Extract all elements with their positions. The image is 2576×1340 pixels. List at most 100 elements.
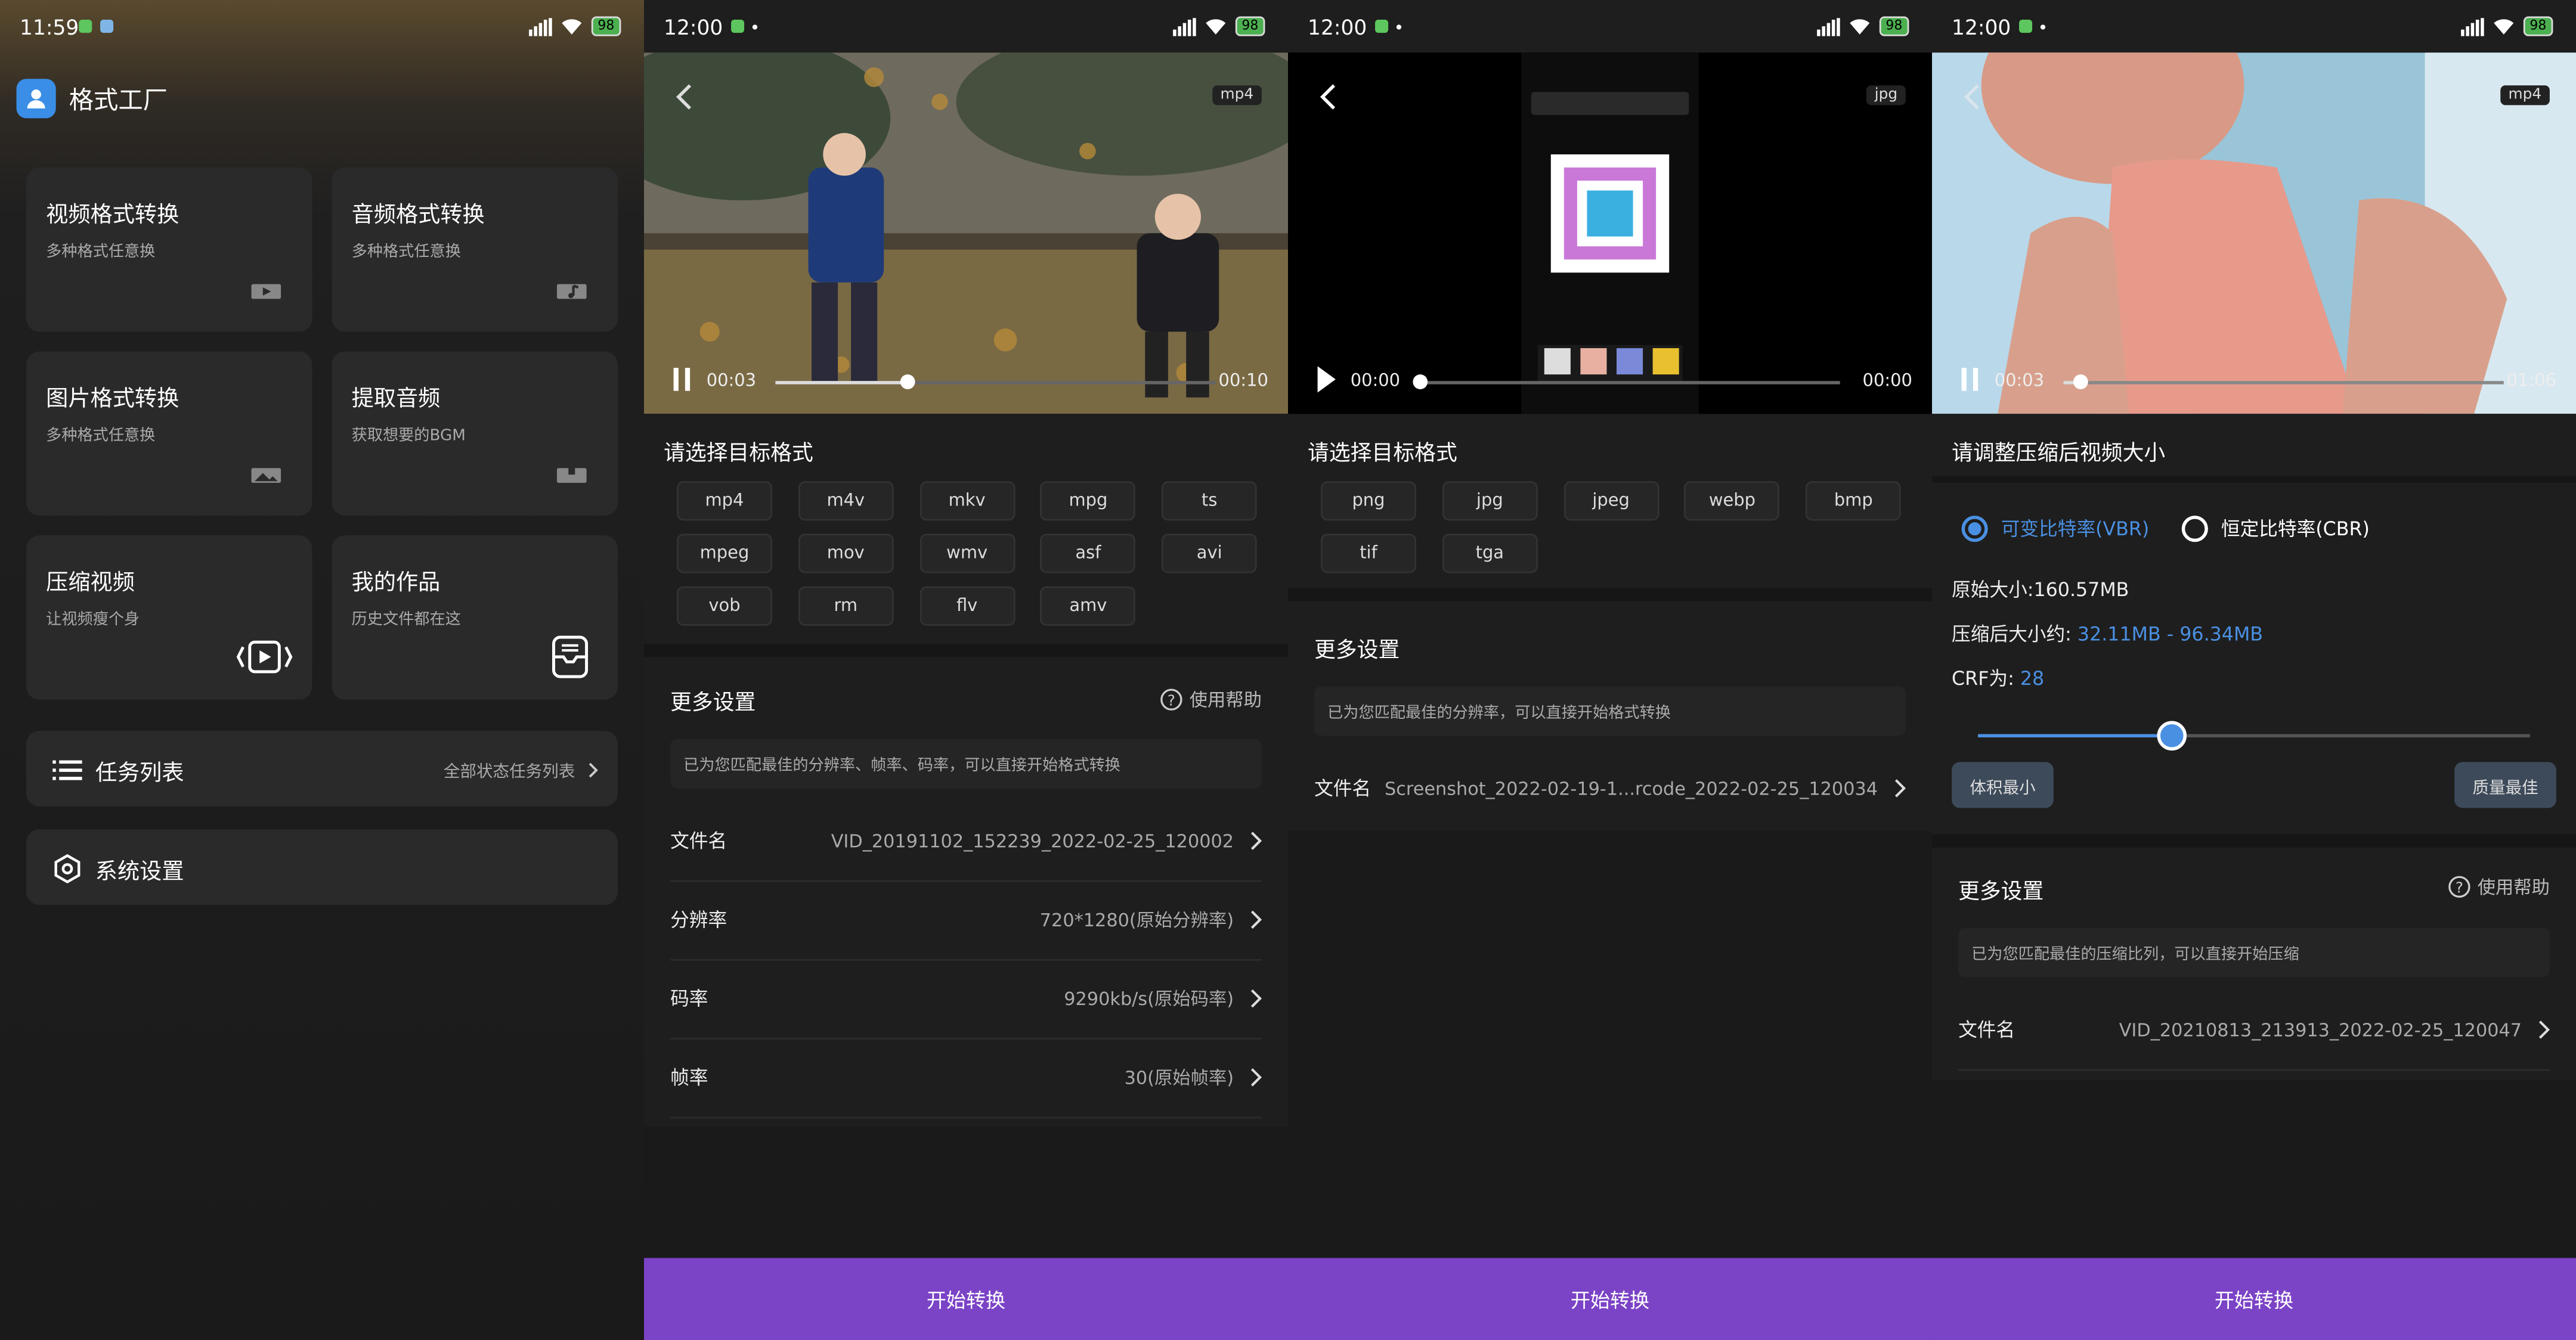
format-chip-mpeg[interactable]: mpeg xyxy=(677,533,772,573)
format-tag: jpg xyxy=(1866,85,1906,106)
format-chip-rm[interactable]: rm xyxy=(798,586,894,626)
card-title: 视频格式转换 xyxy=(46,201,179,228)
app-header: 格式工厂 xyxy=(16,79,168,119)
format-chip-m4v[interactable]: m4v xyxy=(798,481,894,521)
format-chip-amv[interactable]: amv xyxy=(1041,586,1136,626)
setting-row-filename[interactable]: 文件名 VID_20191102_152239_2022-02-25_12000… xyxy=(670,801,1262,882)
more-settings-title: 更多设置 xyxy=(670,691,756,716)
format-chip-mkv[interactable]: mkv xyxy=(919,481,1015,521)
back-arrow-icon[interactable] xyxy=(1318,82,1337,112)
card-video-convert[interactable]: 视频格式转换 多种格式任意换 xyxy=(26,168,312,332)
seek-track[interactable] xyxy=(2063,381,2504,384)
seek-knob[interactable] xyxy=(2073,374,2089,389)
card-compress-video[interactable]: 压缩视频 让视频瘦个身 xyxy=(26,535,312,700)
back-arrow-icon[interactable] xyxy=(674,82,693,112)
start-convert-button[interactable]: 开始转换 xyxy=(644,1258,1288,1340)
card-subtitle: 多种格式任意换 xyxy=(351,243,461,262)
format-chip-flv[interactable]: flv xyxy=(919,586,1015,626)
pause-icon[interactable] xyxy=(1958,365,1981,395)
row-label: 文件名 xyxy=(1958,1018,2015,1041)
back-arrow-icon[interactable] xyxy=(1962,82,1981,112)
format-chip-jpeg[interactable]: jpeg xyxy=(1563,481,1659,521)
setting-row-framerate[interactable]: 帧率 30(原始帧率) xyxy=(670,1038,1262,1119)
format-chip-wmv[interactable]: wmv xyxy=(919,533,1015,573)
format-chip-mp4[interactable]: mp4 xyxy=(677,481,772,521)
radio-vbr[interactable]: 可变比特率(VBR) xyxy=(1961,516,2149,542)
notification-icons xyxy=(79,20,114,33)
notification-icons xyxy=(1375,20,1402,33)
music-icon xyxy=(556,284,587,299)
more-settings-title: 更多设置 xyxy=(1314,638,1400,664)
match-hint: 已为您匹配最佳的压缩比列，可以直接开始压缩 xyxy=(1958,928,2550,978)
wifi-icon xyxy=(561,18,581,34)
video-preview[interactable]: mp4 00:03 00:10 xyxy=(644,52,1288,414)
compress-video-screen: 12:00 98 mp4 00:03 01:06 请调整压缩后视频大小 可变比特… xyxy=(1931,0,2576,1340)
svg-text:?: ? xyxy=(2456,879,2463,896)
crf-value: 28 xyxy=(2020,666,2045,690)
format-chip-mpg[interactable]: mpg xyxy=(1041,481,1136,521)
card-my-works[interactable]: 我的作品 历史文件都在这 xyxy=(332,535,618,700)
signal-icon xyxy=(1816,17,1840,36)
seek-track[interactable] xyxy=(1419,381,1840,384)
system-settings-row[interactable]: 系统设置 xyxy=(26,829,618,905)
help-link[interactable]: ? 使用帮助 xyxy=(1160,687,1262,713)
row-label: 帧率 xyxy=(670,1066,708,1089)
more-settings-title: 更多设置 xyxy=(1958,880,2044,905)
video-preview[interactable]: mp4 00:03 01:06 xyxy=(1931,52,2576,414)
format-chip-png[interactable]: png xyxy=(1321,481,1416,521)
card-title: 压缩视频 xyxy=(46,570,135,597)
help-icon: ? xyxy=(1160,688,1182,711)
format-chip-bmp[interactable]: bmp xyxy=(1806,481,1902,521)
setting-row-filename[interactable]: 文件名 VID_20210813_213913_2022-02-25_12004… xyxy=(1958,990,2550,1071)
card-subtitle: 多种格式任意换 xyxy=(46,427,156,445)
format-chip-tga[interactable]: tga xyxy=(1442,533,1538,573)
start-convert-button[interactable]: 开始转换 xyxy=(1288,1258,1932,1340)
row-label: 文件名 xyxy=(670,829,727,852)
chevron-right-icon xyxy=(1250,832,1262,850)
current-time: 00:03 xyxy=(706,371,757,391)
status-bar: 12:00 98 xyxy=(644,0,1288,52)
chevron-right-icon xyxy=(1250,989,1262,1008)
card-audio-convert[interactable]: 音频格式转换 多种格式任意换 xyxy=(332,168,618,332)
compressed-size: 压缩后大小约: 32.11MB - 96.34MB xyxy=(1952,621,2263,647)
card-title: 我的作品 xyxy=(351,570,441,597)
quality-slider-knob[interactable] xyxy=(2156,721,2186,751)
radio-cbr[interactable]: 恒定比特率(CBR) xyxy=(2181,516,2370,542)
archive-icon xyxy=(552,635,589,678)
svg-text:?: ? xyxy=(1168,691,1175,709)
card-subtitle: 历史文件都在这 xyxy=(351,610,461,629)
setting-row-filename[interactable]: 文件名 Screenshot_2022-02-19-1...rcode_2022… xyxy=(1314,749,1906,827)
format-chip-webp[interactable]: webp xyxy=(1685,481,1780,521)
select-format-title: 请选择目标格式 xyxy=(1308,442,1457,467)
row-value: 9290kb/s(原始码率) xyxy=(1064,988,1234,1010)
format-chip-vob[interactable]: vob xyxy=(677,586,772,626)
crf-label: CRF为: xyxy=(1952,666,2014,690)
settings-label: 系统设置 xyxy=(95,858,184,885)
card-image-convert[interactable]: 图片格式转换 多种格式任意换 xyxy=(26,351,312,516)
battery-icon: 98 xyxy=(2523,16,2553,36)
help-link[interactable]: ? 使用帮助 xyxy=(2448,874,2550,900)
format-chip-jpg[interactable]: jpg xyxy=(1442,481,1538,521)
format-chip-mov[interactable]: mov xyxy=(798,533,894,573)
format-chip-asf[interactable]: asf xyxy=(1041,533,1136,573)
player-controls: 00:00 00:00 xyxy=(1288,365,1932,398)
format-chip-avi[interactable]: avi xyxy=(1162,533,1258,573)
setting-row-resolution[interactable]: 分辨率 720*1280(原始分辨率) xyxy=(670,880,1262,961)
seek-knob[interactable] xyxy=(1412,374,1427,389)
play-icon[interactable] xyxy=(1314,365,1337,395)
start-convert-button[interactable]: 开始转换 xyxy=(1931,1258,2576,1340)
task-list-row[interactable]: 任务列表 全部状态任务列表 xyxy=(26,731,618,807)
card-extract-audio[interactable]: 提取音频 获取想要的BGM xyxy=(332,351,618,516)
pause-icon[interactable] xyxy=(670,365,693,395)
signal-icon xyxy=(528,17,552,36)
setting-row-bitrate[interactable]: 码率 9290kb/s(原始码率) xyxy=(670,959,1262,1040)
seek-knob[interactable] xyxy=(900,374,915,389)
format-chip-tif[interactable]: tif xyxy=(1321,533,1416,573)
format-chip-ts[interactable]: ts xyxy=(1162,481,1258,521)
best-quality-button[interactable]: 质量最佳 xyxy=(2454,762,2556,808)
row-label: 文件名 xyxy=(1314,777,1371,800)
compressed-size-label: 压缩后大小约: xyxy=(1952,622,2072,646)
smallest-size-button[interactable]: 体积最小 xyxy=(1952,762,2054,808)
chevron-right-icon xyxy=(2538,1020,2550,1039)
image-preview[interactable]: jpg 00:00 00:00 xyxy=(1288,52,1932,414)
